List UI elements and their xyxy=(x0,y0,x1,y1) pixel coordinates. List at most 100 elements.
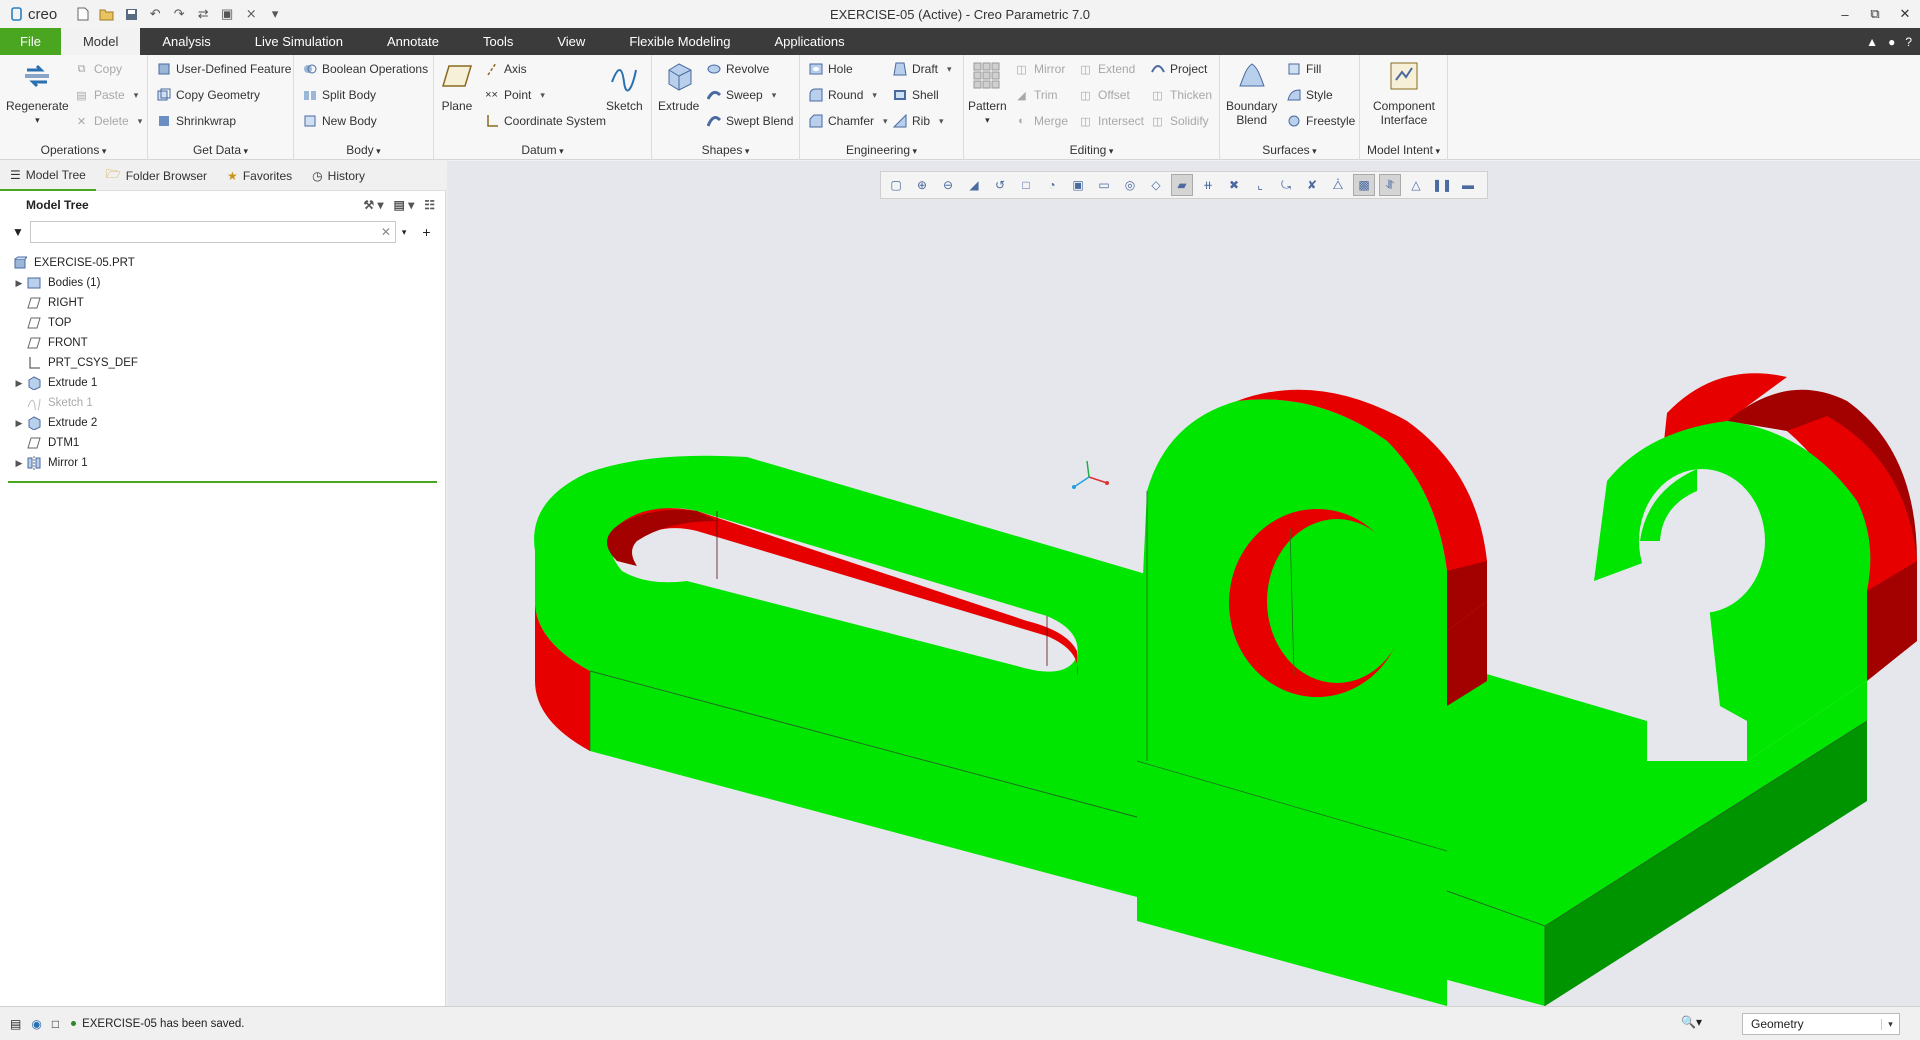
tree-item[interactable]: DTM1 xyxy=(0,433,445,453)
help-icon[interactable]: ? xyxy=(1905,35,1912,49)
body-group-label[interactable]: Body xyxy=(294,143,433,157)
close-icon[interactable]: ✕ xyxy=(1890,0,1920,28)
find-icon[interactable]: 🔍▾ xyxy=(1681,1015,1702,1029)
fullscreen-icon[interactable]: □ xyxy=(52,1017,59,1031)
minimize-ribbon-icon[interactable]: ▲ xyxy=(1866,35,1878,49)
tab-analysis[interactable]: Analysis xyxy=(140,28,232,55)
engineering-group-label[interactable]: Engineering xyxy=(800,143,963,157)
tree-item[interactable]: ▶ Extrude 1 xyxy=(0,373,445,393)
new-body-button[interactable]: New Body xyxy=(302,110,377,132)
fill-button[interactable]: Fill xyxy=(1286,58,1321,80)
tab-applications[interactable]: Applications xyxy=(752,28,866,55)
tree-search-input[interactable]: ✕ xyxy=(29,221,396,243)
style-button[interactable]: Style xyxy=(1286,84,1333,106)
surfaces-group-label[interactable]: Surfaces xyxy=(1220,143,1359,157)
extrude-button[interactable]: Extrude xyxy=(658,59,699,113)
selection-filter-select[interactable]: Geometry ▾ xyxy=(1742,1013,1900,1035)
point-button[interactable]: ×× Point xyxy=(484,84,545,106)
shrinkwrap-button[interactable]: Shrinkwrap xyxy=(156,110,236,132)
regenerate-button[interactable]: Regenerate ▾ xyxy=(6,59,69,127)
coordinate-system-button[interactable]: Coordinate System xyxy=(484,110,606,132)
tree-item[interactable]: Sketch 1 xyxy=(0,393,445,413)
regenerate-dropdown-icon[interactable]: ▾ xyxy=(35,113,40,127)
open-icon[interactable] xyxy=(99,6,115,22)
trim-button[interactable]: ◢ Trim xyxy=(1014,84,1057,106)
merge-button[interactable]: ◐ Merge xyxy=(1014,110,1068,132)
insert-indicator[interactable] xyxy=(8,481,437,483)
customize-icon[interactable]: ▾ xyxy=(267,6,283,22)
swept-blend-button[interactable]: Swept Blend xyxy=(706,110,793,132)
filter-dropdown-icon[interactable]: ▾ xyxy=(402,227,407,238)
paste-button[interactable]: ▤ Paste xyxy=(74,84,138,106)
show-browser-icon[interactable]: ◉ xyxy=(31,1017,41,1031)
tab-model[interactable]: Model xyxy=(60,28,141,55)
tab-view[interactable]: View xyxy=(535,28,607,55)
filter-icon[interactable]: ▼ xyxy=(12,225,24,239)
axis-button[interactable]: Axis xyxy=(484,58,527,80)
clear-filter-icon[interactable]: ✕ xyxy=(381,225,391,239)
shapes-group-label[interactable]: Shapes xyxy=(652,143,799,157)
undo-icon[interactable]: ↶ xyxy=(147,6,163,22)
tab-model-tree[interactable]: ☰ Model Tree xyxy=(0,161,96,191)
add-filter-icon[interactable]: + xyxy=(422,224,430,240)
restore-icon[interactable]: ⧉ xyxy=(1860,0,1890,28)
hole-button[interactable]: Hole xyxy=(808,58,853,80)
new-icon[interactable] xyxy=(75,6,91,22)
expand-arrow-icon[interactable]: ▶ xyxy=(12,378,26,389)
editing-group-label[interactable]: Editing xyxy=(964,143,1219,157)
plane-button[interactable]: Plane xyxy=(440,59,474,113)
tree-item[interactable]: ▶ Bodies (1) xyxy=(0,273,445,293)
tree-item[interactable]: EXERCISE-05.PRT xyxy=(0,253,445,273)
tab-annotate[interactable]: Annotate xyxy=(365,28,461,55)
copy-geometry-button[interactable]: Copy Geometry xyxy=(156,84,260,106)
save-icon[interactable] xyxy=(123,6,139,22)
mirror-button[interactable]: ◫ Mirror xyxy=(1014,58,1065,80)
tree-item[interactable]: ▶ Extrude 2 xyxy=(0,413,445,433)
chamfer-button[interactable]: Chamfer xyxy=(808,110,888,132)
sketch-button[interactable]: Sketch xyxy=(606,59,643,113)
minimize-icon[interactable]: – xyxy=(1830,0,1860,28)
get-data-group-label[interactable]: Get Data xyxy=(148,143,293,157)
draft-button[interactable]: Draft xyxy=(892,58,952,80)
show-navigator-icon[interactable]: ▤ xyxy=(10,1017,21,1031)
component-interface-button[interactable]: Component Interface xyxy=(1364,59,1444,127)
boolean-operations-button[interactable]: Boolean Operations xyxy=(302,58,428,80)
tab-live-simulation[interactable]: Live Simulation xyxy=(233,28,365,55)
expand-arrow-icon[interactable]: ▶ xyxy=(12,418,26,429)
revolve-button[interactable]: Revolve xyxy=(706,58,769,80)
rib-button[interactable]: Rib xyxy=(892,110,944,132)
tree-item[interactable]: PRT_CSYS_DEF xyxy=(0,353,445,373)
window-icon[interactable]: ▣ xyxy=(219,6,235,22)
tab-file[interactable]: File xyxy=(0,28,61,55)
delete-button[interactable]: ✕ Delete xyxy=(74,110,142,132)
close-window-icon[interactable]: ⨯ xyxy=(243,6,259,22)
tab-flexible-modeling[interactable]: Flexible Modeling xyxy=(607,28,752,55)
round-button[interactable]: Round xyxy=(808,84,877,106)
tree-item[interactable]: TOP xyxy=(0,313,445,333)
shell-button[interactable]: Shell xyxy=(892,84,939,106)
model-intent-group-label[interactable]: Model Intent xyxy=(1360,143,1447,157)
intersect-button[interactable]: ◫ Intersect xyxy=(1078,110,1144,132)
tree-columns-icon[interactable]: ☷ xyxy=(424,198,435,212)
project-button[interactable]: Project xyxy=(1150,58,1207,80)
tree-item[interactable]: FRONT xyxy=(0,333,445,353)
udf-button[interactable]: User-Defined Feature xyxy=(156,58,291,80)
tab-tools[interactable]: Tools xyxy=(461,28,535,55)
part-model[interactable] xyxy=(447,161,1920,1006)
operations-group-label[interactable]: Operations xyxy=(0,143,147,157)
boundary-blend-button[interactable]: Boundary Blend xyxy=(1226,59,1277,127)
tab-history[interactable]: ◷ History xyxy=(302,161,375,191)
split-body-button[interactable]: Split Body xyxy=(302,84,376,106)
extend-button[interactable]: ◫ Extend xyxy=(1078,58,1135,80)
sweep-button[interactable]: Sweep xyxy=(706,84,776,106)
freestyle-button[interactable]: Freestyle xyxy=(1286,110,1355,132)
tab-folder-browser[interactable]: 🗁 Folder Browser xyxy=(96,161,217,191)
pattern-dropdown-icon[interactable]: ▾ xyxy=(985,113,990,127)
graphics-window[interactable]: ▢ ⊕ ⊖ ◢ ↺ □ ◔ ▣ ▭ ◎ ◇ ▰ ⧺ ✖ ⌞ ⤿ ✘ ⧊ ▩ ⥯ … xyxy=(447,161,1920,1006)
copy-button[interactable]: ⧉ Copy xyxy=(74,58,122,80)
tree-item[interactable]: ▶ Mirror 1 xyxy=(0,453,445,473)
pattern-button[interactable]: Pattern ▾ xyxy=(968,59,1007,127)
expand-arrow-icon[interactable]: ▶ xyxy=(12,278,26,289)
tab-favorites[interactable]: ★ Favorites xyxy=(217,161,302,191)
thicken-button[interactable]: ◫ Thicken xyxy=(1150,84,1212,106)
